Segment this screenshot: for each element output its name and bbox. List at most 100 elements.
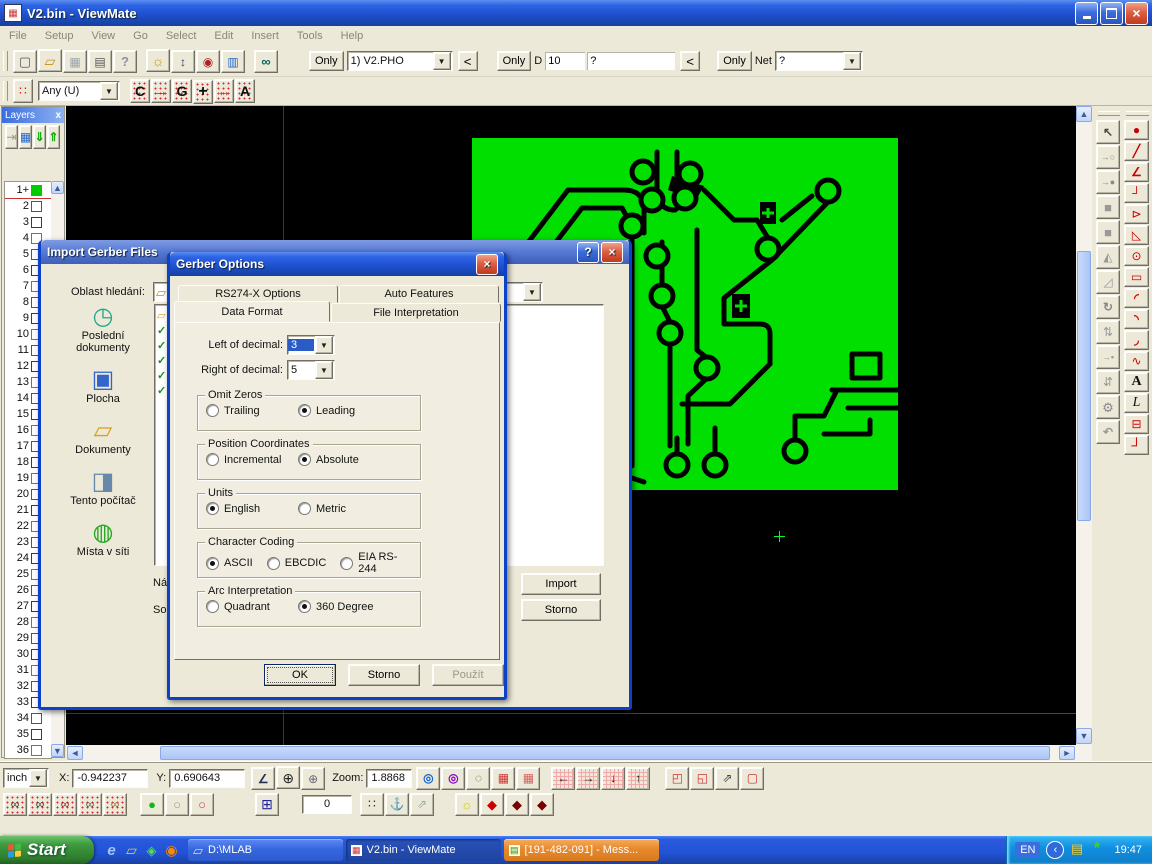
horizontal-scrollbar[interactable]: ◄ ► [66,745,1076,761]
menu-setup[interactable]: Setup [36,28,83,44]
view-traces-icon[interactable]: ∞ [28,793,52,816]
folder-up-icon[interactable]: ▱ [122,839,141,861]
grid-snap-icon[interactable]: ▦ [516,767,540,790]
radio-ascii[interactable]: ASCII [206,557,253,570]
chevron-down-icon[interactable]: ▼ [315,336,333,354]
close-button[interactable]: × [1125,2,1148,25]
pad-select-icon[interactable]: ◉ [196,50,220,73]
radio-360-degree[interactable]: 360 Degree [298,600,390,613]
folder-small-icon[interactable]: ▱ [157,309,166,324]
only-layer-toggle[interactable]: Only [309,51,344,71]
layer-color-swatch[interactable] [31,217,42,228]
layer-color-swatch[interactable] [31,185,42,196]
relative-origin-icon[interactable]: ⊕ [301,767,325,790]
context-help-icon[interactable]: ? [113,50,137,73]
layer-color-swatch[interactable] [31,201,42,212]
taskbar-task[interactable]: ▦V2.bin - ViewMate [346,839,501,861]
zoom-offset-icon[interactable]: ◱ [690,767,714,790]
pan-right-icon[interactable]: → [576,767,600,790]
place-dokumenty[interactable]: ▱Dokumenty [55,418,151,456]
menu-file[interactable]: File [0,28,36,44]
ie-icon[interactable]: e [102,839,121,861]
checked-file-icon[interactable]: ✓ [157,324,166,339]
tab-auto-features[interactable]: Auto Features [339,285,499,303]
layer-color-swatch[interactable] [31,713,42,724]
menu-help[interactable]: Help [332,28,373,44]
align-icon[interactable]: ⇅ [1096,320,1120,344]
right-of-decimal-combobox[interactable]: 5 ▼ [287,360,335,380]
text-tool-icon[interactable]: A [1124,372,1149,392]
toolbar-grip[interactable] [1126,111,1149,116]
language-indicator[interactable]: EN [1015,842,1040,858]
layer-table-icon[interactable]: ▦ [19,125,32,149]
dimension-mode-icon[interactable]: ↕ [171,50,195,73]
checked-file-icon[interactable]: ✓ [157,339,166,354]
start-button[interactable]: Start [0,836,94,864]
copy-item-icon[interactable]: →● [1096,170,1120,194]
select-tool-icon[interactable]: ↖ [1096,120,1120,144]
icq-flower-icon[interactable]: * [1088,841,1105,858]
place-m-sta-v-s-ti[interactable]: ◍Místa v síti [55,520,151,558]
draw-rect-icon[interactable]: ▭ [1124,267,1149,287]
draw-circle-icon[interactable]: ⊙ [1124,246,1149,266]
radio-metric[interactable]: Metric [298,502,390,515]
maximize-button[interactable] [1100,2,1123,25]
previous-dcode-button[interactable]: < [680,51,700,71]
select-h-icon[interactable]: ↔ [214,79,234,103]
dot-grid-icon[interactable]: ∷ [360,793,384,816]
flash-yellow-icon[interactable]: ☼ [455,793,479,816]
undo-icon[interactable]: ↶ [1096,420,1120,444]
draw-point-icon[interactable]: ● [1124,120,1149,140]
net-combobox[interactable]: ? ▼ [775,51,863,71]
x-coordinate-field[interactable]: -0.942237 [72,769,148,788]
layer-row-2[interactable]: 2 [5,198,51,214]
zoom-corner-icon[interactable]: ◰ [665,767,689,790]
scroll-up-icon[interactable]: ▲ [1076,106,1092,122]
tile-windows-icon[interactable]: ⊞ [255,793,279,816]
help-button[interactable]: ? [577,242,599,263]
layer-colors-icon[interactable]: ▥ [221,50,245,73]
close-icon[interactable]: x [55,110,61,121]
new-file-icon[interactable]: ▢ [13,50,37,73]
draw-corner-icon[interactable]: ┘ [1124,183,1149,203]
tab-file-interpretation[interactable]: File Interpretation [331,303,501,322]
pan-left-icon[interactable]: ← [551,767,575,790]
open-folder-icon[interactable]: ▱ [38,49,62,72]
place-tento-po-ta-[interactable]: ◨Tento počítač [55,469,151,507]
taskbar-task[interactable]: ▱D:\MLAB [188,839,343,861]
scroll-down-icon[interactable]: ▼ [51,744,64,757]
zoom-field[interactable]: 1.8868 [366,769,412,788]
menu-go[interactable]: Go [124,28,157,44]
radio-ebcdic[interactable]: EBCDIC [267,557,327,570]
layer-down-icon[interactable]: ⇓ [33,125,46,149]
elbow-tool-icon[interactable]: ┘ [1124,435,1149,455]
order-icon[interactable]: ⇵ [1096,370,1120,394]
measure-glasses-icon[interactable]: ∞ [254,50,278,73]
anchor-icon[interactable]: ⚓ [385,793,409,816]
layer-row-35[interactable]: 35 [5,726,51,742]
layer-combobox[interactable]: 1) V2.PHO ▼ [347,51,453,71]
shear-icon[interactable]: ◿ [1096,270,1120,294]
radio-leading[interactable]: Leading [298,404,390,417]
select-a-icon[interactable]: A [235,79,255,103]
messenger-icon[interactable]: ▤ [1068,841,1085,858]
draw-triangle-icon[interactable]: ◺ [1124,225,1149,245]
toolbar-grip[interactable] [3,51,8,71]
scroll-up-icon[interactable]: ▲ [51,181,64,194]
stretch-icon[interactable]: ⇗ [410,793,434,816]
scroll-down-icon[interactable]: ▼ [1076,728,1092,744]
radio-incremental[interactable]: Incremental [206,453,298,466]
dcode-input[interactable] [545,52,585,70]
layer-row-3[interactable]: 3 [5,214,51,230]
close-button[interactable]: × [476,254,498,275]
radio-eia-rs-244[interactable]: EIA RS-244 [340,551,402,575]
scroll-right-icon[interactable]: ► [1059,746,1075,760]
toolbar-grip[interactable] [1098,111,1120,116]
flash-red-icon[interactable]: ◆ [480,793,504,816]
chevron-down-icon[interactable]: ▼ [843,52,861,70]
chevron-down-icon[interactable]: ▼ [100,82,118,100]
select-c-icon[interactable]: C [130,79,150,103]
chevron-down-icon[interactable]: ▼ [433,52,451,70]
pan-up-icon[interactable]: ↑ [626,767,650,790]
only-net-toggle[interactable]: Only [717,51,752,71]
